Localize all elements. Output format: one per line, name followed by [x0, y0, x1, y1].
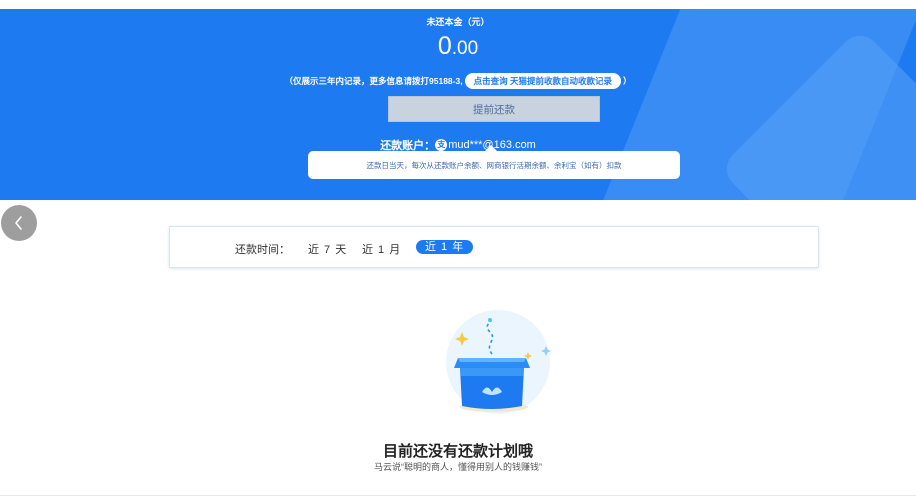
filter-label: 还款时间： [235, 244, 290, 256]
notice-suffix: ） [622, 76, 632, 86]
empty-box-icon [428, 310, 560, 428]
amount-decimal: .00 [451, 38, 479, 59]
divider [0, 495, 916, 496]
filter-option-1year[interactable]: 近 1 年 [416, 240, 474, 254]
back-button[interactable] [1, 205, 37, 241]
tip-text: 还款日当天，每次从还款账户余额、网商银行活期余额、余利宝（如有）扣款 [366, 160, 622, 170]
repayment-summary-banner: 未还本金（元） 0.00 （仅展示三年内记录，更多信息请拨打95188-3, 点… [0, 9, 916, 200]
empty-state-subtitle: 马云说“聪明的商人，懂得用别人的钱赚钱” [374, 462, 542, 472]
filter-option-1month[interactable]: 近 1 月 [362, 241, 401, 257]
prepay-button[interactable]: 提前还款 [388, 96, 600, 122]
repayment-time-filter: 还款时间： 近 7 天 近 1 月 近 1 年 [169, 226, 819, 268]
record-notice: （仅展示三年内记录，更多信息请拨打95188-3, 点击查询 天猫提前收款自动收… [0, 72, 916, 90]
filter-option-7days[interactable]: 近 7 天 [308, 241, 347, 257]
principal-amount: 0.00 [0, 31, 916, 64]
amount-integer: 0 [437, 32, 452, 60]
empty-state-title: 目前还没有还款计划哦 [382, 443, 533, 460]
chevron-left-icon [15, 216, 22, 230]
page: 未还本金（元） 0.00 （仅展示三年内记录，更多信息请拨打95188-3, 点… [0, 0, 916, 497]
notice-prefix: （仅展示三年内记录，更多信息请拨打95188-3, [284, 76, 463, 86]
principal-label: 未还本金（元） [426, 17, 490, 27]
repayment-tip: 还款日当天，每次从还款账户余额、网商银行活期余额、余利宝（如有）扣款 [308, 151, 680, 179]
alipay-icon: 支 [435, 139, 448, 151]
query-records-link[interactable]: 点击查询 天猫提前收款自动收款记录 [464, 73, 621, 89]
